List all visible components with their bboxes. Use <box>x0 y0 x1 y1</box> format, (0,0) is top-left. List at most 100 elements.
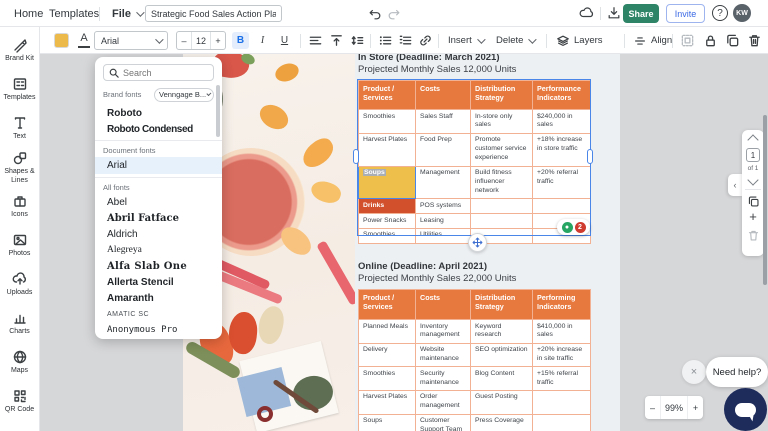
fill-color-swatch[interactable] <box>54 33 69 48</box>
dismiss-help-button[interactable]: × <box>682 360 706 384</box>
sidebar-item-text[interactable]: Text <box>0 109 39 148</box>
table-row[interactable]: Drinks POS systems <box>359 199 591 214</box>
font-option-arial[interactable]: Arial <box>95 157 222 174</box>
brand-kit-select[interactable]: Venngage B... <box>154 88 214 102</box>
page-up-button[interactable] <box>747 134 758 145</box>
document-title-input[interactable] <box>145 5 282 22</box>
current-page-box[interactable]: 1 <box>746 148 760 162</box>
duplicate-button[interactable] <box>725 33 741 49</box>
zoom-in-button[interactable]: + <box>687 396 703 419</box>
trash-button[interactable] <box>747 33 763 49</box>
font-option-amaranth[interactable]: Amaranth <box>95 290 222 306</box>
font-option-abel[interactable]: Abel <box>95 194 222 210</box>
font-option-aldrich[interactable]: Aldrich <box>95 226 222 242</box>
dropdown-scrollbar[interactable] <box>216 85 220 137</box>
font-option-antic-slab[interactable]: Antic Slab <box>95 338 222 339</box>
collapse-panel-button[interactable]: ‹ <box>728 174 742 196</box>
font-size-increase[interactable]: + <box>210 32 225 49</box>
canvas-scrollbar[interactable] <box>763 115 767 285</box>
bold-button[interactable]: B <box>232 32 249 49</box>
selected-cell-soups[interactable]: Soups <box>359 166 416 198</box>
table-row[interactable]: Planned Meals Inventory management Keywo… <box>359 320 591 344</box>
font-option-roboto-condensed[interactable]: Roboto Condensed <box>95 121 222 137</box>
font-option-alfa-slab-one[interactable]: Alfa Slab One <box>95 258 222 274</box>
font-option-roboto[interactable]: Roboto <box>95 105 222 121</box>
font-search-input[interactable] <box>123 68 208 78</box>
font-search-box[interactable] <box>103 64 214 81</box>
font-option-alegreya[interactable]: Alegreya <box>95 242 222 258</box>
table-row[interactable]: Soups Customer Support Team Press Covera… <box>359 414 591 431</box>
lock-button[interactable] <box>703 33 719 49</box>
font-size-value[interactable]: 12 <box>192 32 210 49</box>
sidebar-item-uploads[interactable]: Uploads <box>0 265 39 304</box>
design-page[interactable]: In Store (Deadline: March 2021) Projecte… <box>183 54 620 431</box>
layers-button[interactable]: Layers <box>556 27 603 54</box>
duplicate-page-button[interactable] <box>747 195 760 208</box>
home-link[interactable]: Home <box>14 0 43 27</box>
in-store-table[interactable]: Product / Services Costs Distribution St… <box>358 80 591 244</box>
sidebar-item-icons[interactable]: Icons <box>0 187 39 226</box>
section2-heading[interactable]: Online (Deadline: April 2021) <box>358 261 598 272</box>
table-row[interactable]: Power Snacks Leasing <box>359 214 591 229</box>
sidebar-item-qr-code[interactable]: QR Code <box>0 382 39 421</box>
insert-menu[interactable]: Insert <box>448 27 483 54</box>
table-row[interactable]: Smoothies Sales Staff In-store only sale… <box>359 110 591 134</box>
line-spacing-button[interactable] <box>350 33 366 49</box>
selection-handle-right[interactable] <box>587 149 593 164</box>
font-family-select[interactable]: Arial <box>94 31 168 50</box>
delete-page-button[interactable] <box>747 229 760 242</box>
move-handle[interactable] <box>468 233 487 252</box>
font-option-anonymous-pro[interactable]: Anonymous Pro <box>95 322 222 338</box>
cloud-sync-icon[interactable] <box>578 5 596 21</box>
comment-badge[interactable]: ● 2 <box>557 219 590 235</box>
table-header-row[interactable]: Product / Services Costs Distribution St… <box>359 290 591 320</box>
numbered-list-button[interactable] <box>398 33 414 49</box>
align-button[interactable]: Align <box>633 27 672 54</box>
invite-button[interactable]: Invite <box>666 4 705 23</box>
design-canvas[interactable]: In Store (Deadline: March 2021) Projecte… <box>40 54 768 431</box>
section2-subheading[interactable]: Projected Monthly Sales 22,000 Units <box>358 273 598 284</box>
add-page-button[interactable]: + <box>749 211 757 223</box>
delete-menu[interactable]: Delete <box>496 27 534 54</box>
underline-button[interactable]: U <box>276 32 293 49</box>
table-row[interactable]: Harvest Plates Order management Guest Po… <box>359 390 591 414</box>
table-row[interactable]: Soups Management Build fitness influence… <box>359 166 591 198</box>
online-table[interactable]: Product / Services Costs Distribution St… <box>358 289 591 431</box>
table-header-row[interactable]: Product / Services Costs Distribution St… <box>359 81 591 110</box>
redo-button[interactable] <box>386 6 402 22</box>
sidebar-item-photos[interactable]: Photos <box>0 226 39 265</box>
zoom-out-button[interactable]: – <box>645 396 661 419</box>
undo-button[interactable] <box>367 6 383 22</box>
font-option-amatic-sc[interactable]: Amatic SC <box>95 306 222 322</box>
share-button[interactable]: Share <box>623 4 659 23</box>
font-option-allerta-stencil[interactable]: Allerta Stencil <box>95 274 222 290</box>
chat-button[interactable] <box>724 388 767 431</box>
page-down-button[interactable] <box>747 174 758 185</box>
help-button[interactable]: ? <box>712 5 728 21</box>
font-size-decrease[interactable]: – <box>177 32 192 49</box>
sidebar-item-brand-kit[interactable]: Brand Kit <box>0 31 39 70</box>
sidebar-item-templates[interactable]: Templates <box>0 70 39 109</box>
selection-handle-left[interactable] <box>353 149 359 164</box>
group-button[interactable] <box>680 33 696 49</box>
link-button[interactable] <box>418 33 434 49</box>
font-option-abril-fatface[interactable]: Abril Fatface <box>95 210 222 226</box>
download-button[interactable] <box>606 5 622 21</box>
italic-button[interactable]: I <box>254 32 271 49</box>
section1-heading[interactable]: In Store (Deadline: March 2021) <box>358 54 598 63</box>
table-row[interactable]: Delivery Website maintenance SEO optimiz… <box>359 343 591 367</box>
drinks-cell[interactable]: Drinks <box>359 199 416 214</box>
avatar[interactable]: KW <box>733 4 751 22</box>
templates-link[interactable]: Templates <box>49 0 99 27</box>
sidebar-item-maps[interactable]: Maps <box>0 343 39 382</box>
sidebar-item-shapes-lines[interactable]: Shapes & Lines <box>0 148 39 187</box>
vertical-align-button[interactable] <box>329 33 345 49</box>
section1-subheading[interactable]: Projected Monthly Sales 12,000 Units <box>358 64 598 75</box>
need-help-bubble[interactable]: Need help? <box>706 357 768 387</box>
text-align-button[interactable] <box>308 33 324 49</box>
zoom-level[interactable]: 99% <box>661 396 687 419</box>
bullet-list-button[interactable] <box>378 33 394 49</box>
table-row[interactable]: Harvest Plates Food Prep Promote custome… <box>359 133 591 166</box>
text-color-button[interactable]: A <box>76 32 92 49</box>
file-menu[interactable]: File <box>112 0 142 27</box>
